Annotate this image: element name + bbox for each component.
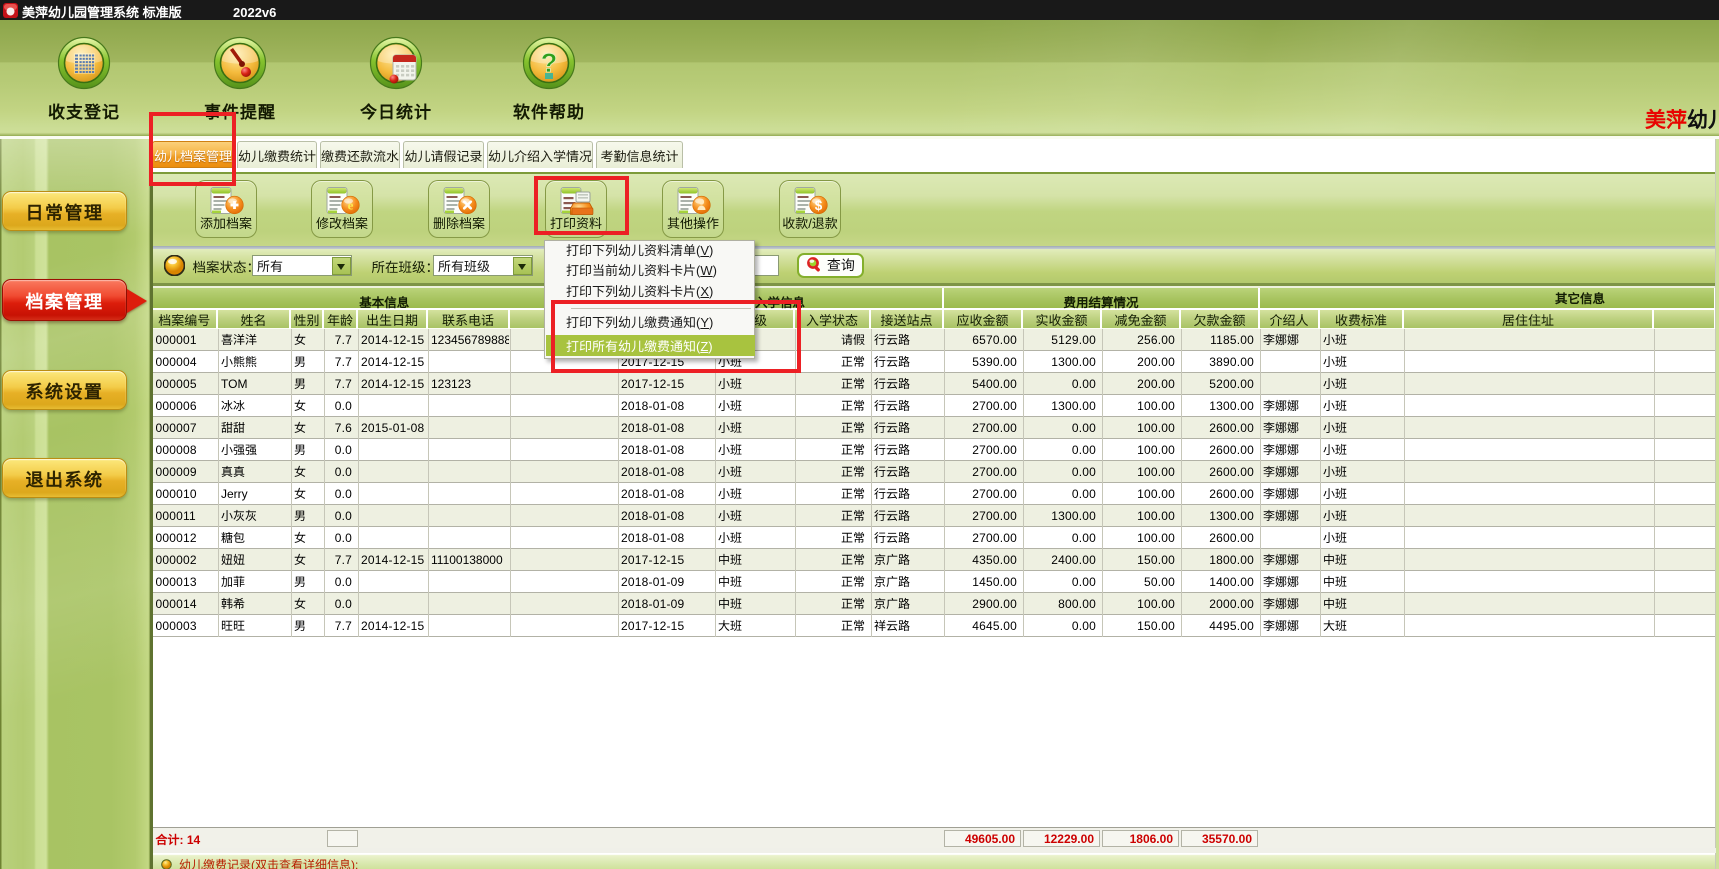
svg-text:$: $	[815, 198, 823, 213]
svg-text:e: e	[348, 198, 354, 213]
